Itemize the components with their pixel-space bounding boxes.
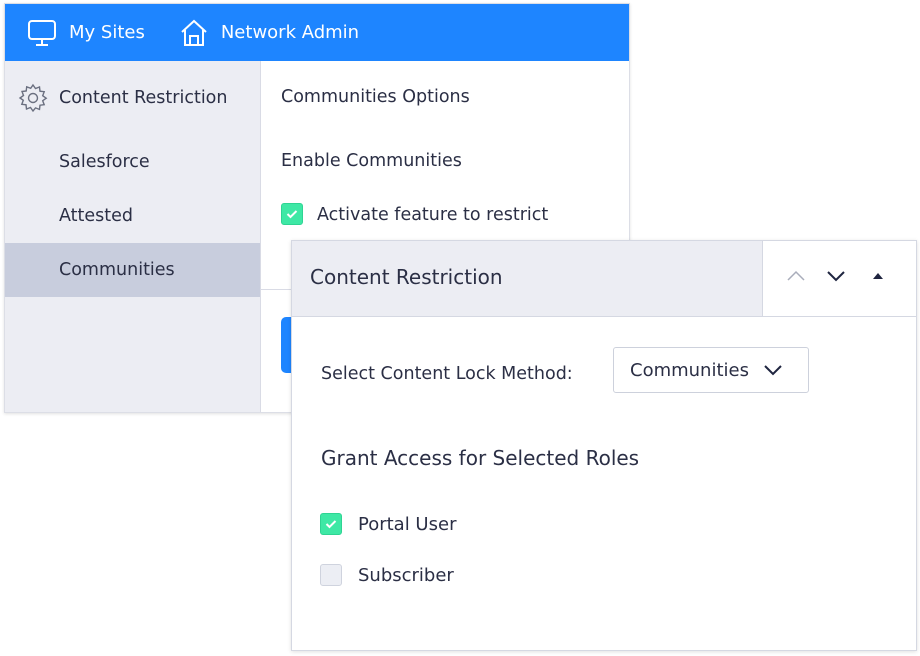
enable-communities-label: Enable Communities: [281, 151, 462, 171]
activate-feature-option[interactable]: Activate feature to restrict: [281, 203, 548, 227]
activate-feature-label: Activate feature to restrict: [317, 205, 549, 225]
sidebar-item-communities[interactable]: Communities: [5, 243, 260, 297]
my-sites-label: My Sites: [69, 22, 145, 43]
triangle-up-icon[interactable]: [872, 271, 884, 281]
sidebar-item-salesforce[interactable]: Salesforce: [5, 135, 260, 189]
network-admin-label: Network Admin: [220, 22, 360, 43]
lock-method-select[interactable]: Communities: [613, 347, 809, 393]
top-bar: My Sites Network Admin: [5, 4, 629, 61]
role-portal-user[interactable]: Portal User: [320, 513, 456, 535]
monitor-icon: [28, 19, 56, 46]
subscriber-label: Subscriber: [358, 564, 454, 586]
subscriber-checkbox[interactable]: [320, 564, 342, 586]
chevron-down-icon: [764, 365, 782, 376]
check-icon: [325, 520, 337, 529]
home-icon: [181, 19, 207, 46]
sidebar-item-attested[interactable]: Attested: [5, 189, 260, 243]
my-sites-link[interactable]: My Sites: [27, 19, 145, 47]
sidebar: Content Restriction Salesforce Attested …: [5, 61, 261, 412]
network-admin-link[interactable]: Network Admin: [179, 19, 359, 47]
options-title: Communities Options: [281, 87, 470, 107]
chevron-up-icon[interactable]: [786, 269, 806, 283]
panel-header: Content Restriction: [292, 241, 763, 317]
portal-user-checkbox[interactable]: [320, 513, 342, 535]
sidebar-header-label: Content Restriction: [59, 88, 228, 108]
gear-icon: [18, 83, 48, 113]
activate-feature-checkbox[interactable]: [281, 203, 303, 225]
check-icon: [286, 210, 298, 219]
chevron-down-icon[interactable]: [826, 269, 846, 283]
sidebar-header[interactable]: Content Restriction: [5, 61, 260, 135]
panel-title: Content Restriction: [310, 265, 503, 289]
grant-access-heading: Grant Access for Selected Roles: [321, 446, 640, 470]
lock-method-value: Communities: [630, 359, 749, 381]
role-subscriber[interactable]: Subscriber: [320, 564, 454, 586]
lock-method-label: Select Content Lock Method:: [321, 364, 573, 384]
content-restriction-panel: Content Restriction Select Content Lock …: [291, 240, 917, 651]
portal-user-label: Portal User: [358, 513, 457, 535]
panel-controls: [763, 241, 916, 317]
